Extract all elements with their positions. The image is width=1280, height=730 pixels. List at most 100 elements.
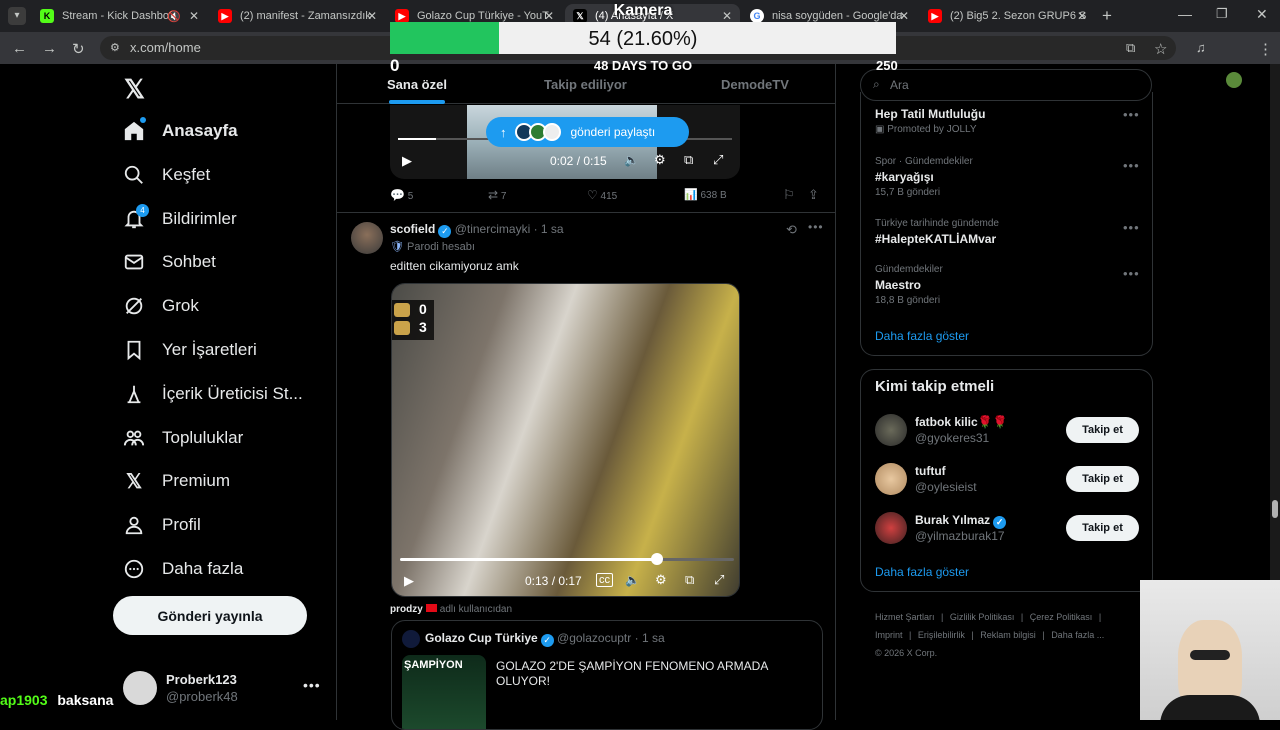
close-window-button[interactable]: ✕ <box>1256 6 1268 23</box>
fullscreen-icon[interactable]: ⤢ <box>714 572 724 588</box>
close-icon[interactable]: ✕ <box>189 9 199 23</box>
more-icon[interactable]: ••• <box>1123 220 1140 235</box>
chat-username: ap1903 <box>0 692 48 708</box>
sidebar-item-notifications[interactable]: Bildirimler 4 <box>122 199 237 239</box>
scrollbar-thumb[interactable] <box>1272 500 1278 518</box>
post-time[interactable]: · 1 sa <box>534 222 564 236</box>
settings-icon[interactable]: ⚙ <box>655 572 667 588</box>
close-icon[interactable]: ✕ <box>367 9 377 23</box>
play-icon[interactable]: ▶ <box>404 573 414 589</box>
sidebar-item-premium[interactable]: 𝕏 Premium <box>122 461 230 501</box>
sidebar-item-profile[interactable]: Profil <box>122 505 201 545</box>
fullscreen-icon[interactable]: ⤢ <box>713 152 723 168</box>
avatar[interactable] <box>351 222 383 254</box>
minimize-button[interactable]: — <box>1178 6 1192 22</box>
avatar[interactable] <box>875 512 907 544</box>
tab-kick-dashboard[interactable]: K Stream - Kick Dashboa 🔇 ✕ <box>32 4 207 28</box>
browser-menu-icon[interactable]: ⋮ <box>1258 40 1273 58</box>
footer-link[interactable]: Erişilebilirlik <box>918 630 965 640</box>
footer-link[interactable]: Gizlilik Politikası <box>950 612 1015 622</box>
who-to-follow-show-more-link[interactable]: Daha fazla göster <box>875 565 969 579</box>
follow-button[interactable]: Takip et <box>1066 466 1139 492</box>
tab-search-button[interactable]: ▾ <box>8 7 26 25</box>
suggested-user-name[interactable]: fatbok kilic🌹🌹 <box>915 415 1008 429</box>
reply-button[interactable]: 💬 5 <box>390 188 413 202</box>
account-switcher[interactable]: Proberk123 @proberk48 ••• <box>120 668 330 708</box>
tab-for-you[interactable]: Sana özel <box>387 77 447 92</box>
post-button[interactable]: Gönderi yayınla <box>113 596 307 635</box>
more-icon[interactable]: ••• <box>1123 266 1140 281</box>
trend-item[interactable]: Spor · Gündemdekiler #karyağışı 15,7 B g… <box>875 156 1125 198</box>
site-info-icon[interactable]: ⚙ <box>110 36 120 60</box>
share-icon[interactable]: ⇪ <box>808 187 819 203</box>
trend-item[interactable]: Gündemdekiler Maestro 18,8 B gönderi <box>875 264 1125 306</box>
sidebar-item-label: Profil <box>162 515 201 534</box>
trend-item[interactable]: Türkiye tarihinde gündemde #HalepteKATLİ… <box>875 218 1125 246</box>
footer-link[interactable]: Çerez Politikası <box>1030 612 1093 622</box>
more-icon[interactable]: ••• <box>1123 107 1140 122</box>
quoted-thumbnail: ŞAMPİYON <box>402 655 486 729</box>
media-controls-icon[interactable]: ♫ <box>1196 40 1206 55</box>
suggested-user-name[interactable]: tuftuf <box>915 464 946 478</box>
footer-link[interactable]: Imprint <box>875 630 903 640</box>
repost-button[interactable]: ⇄ 7 <box>488 188 506 202</box>
sidebar-item-more[interactable]: Daha fazla <box>122 549 243 589</box>
tab-demodetv[interactable]: DemodeTV <box>721 77 789 92</box>
captions-icon[interactable]: cc <box>596 573 613 587</box>
source-user[interactable]: prodzy <box>390 604 423 615</box>
post-author-name[interactable]: scofield <box>390 222 435 236</box>
avatar[interactable] <box>875 463 907 495</box>
footer-link[interactable]: Daha fazla ... <box>1051 630 1104 640</box>
profile-avatar[interactable] <box>1226 72 1242 88</box>
tab-big5-youtube[interactable]: ▶ (2) Big5 2. Sezon GRUP6 S ✕ <box>920 4 1095 28</box>
trend-item[interactable]: Hep Tatil Mutluluğu ▣ Promoted by JOLLY <box>875 107 1145 135</box>
trend-meta-text: Promoted by JOLLY <box>887 124 977 135</box>
promoted-icon: ▣ <box>875 124 885 135</box>
sidebar-item-messages[interactable]: Sohbet <box>122 242 216 282</box>
follow-button[interactable]: Takip et <box>1066 417 1139 443</box>
trends-show-more-link[interactable]: Daha fazla göster <box>875 329 969 343</box>
sidebar-item-communities[interactable]: Topluluklar <box>122 418 243 458</box>
footer-link[interactable]: Hizmet Şartları <box>875 612 935 622</box>
grok-icon[interactable]: ⟲ <box>786 222 797 238</box>
like-button[interactable]: ♡ 415 <box>587 188 617 202</box>
more-icon[interactable]: ••• <box>808 220 824 234</box>
x-logo-icon[interactable]: 𝕏 <box>124 74 145 105</box>
post-author-handle[interactable]: @tinercimayki <box>455 222 531 236</box>
sidebar-item-home[interactable]: Anasayfa <box>122 111 238 151</box>
forward-icon[interactable]: → <box>42 40 57 57</box>
muted-audio-icon[interactable]: 🔇 <box>167 10 181 23</box>
play-icon[interactable]: ▶ <box>402 153 412 169</box>
back-icon[interactable]: ← <box>12 40 27 57</box>
picture-in-picture-icon[interactable]: ⧉ <box>684 152 693 168</box>
more-icon[interactable]: ••• <box>1123 158 1140 173</box>
volume-icon[interactable]: 🔈 <box>625 573 640 587</box>
close-icon[interactable]: ✕ <box>899 9 909 23</box>
new-tab-button[interactable]: + <box>1102 6 1112 26</box>
tab-following[interactable]: Takip ediliyor <box>544 77 627 92</box>
settings-icon[interactable]: ⚙ <box>654 152 666 168</box>
close-icon[interactable]: ✕ <box>1077 9 1087 23</box>
sidebar-item-explore[interactable]: Keşfet <box>122 155 210 195</box>
footer-link[interactable]: Reklam bilgisi <box>980 630 1036 640</box>
install-app-icon[interactable]: ⧉ <box>1126 40 1135 56</box>
suggested-user-name[interactable]: Burak Yılmaz <box>915 513 990 527</box>
follow-button[interactable]: Takip et <box>1066 515 1139 541</box>
tab-youtube-manifest[interactable]: ▶ (2) manifest - Zamansızdık ✕ <box>210 4 385 28</box>
sidebar-item-label: Bildirimler <box>162 209 237 228</box>
post-2-video[interactable]: 0 3 ▶ 0:13 / 0:17 cc 🔈 ⚙ ⧉ ⤢ <box>391 283 740 597</box>
volume-icon[interactable]: 🔈 <box>624 153 639 167</box>
picture-in-picture-icon[interactable]: ⧉ <box>685 572 694 588</box>
reload-icon[interactable]: ↻ <box>72 40 85 58</box>
sidebar-item-creator-studio[interactable]: İçerik Üreticisi St... <box>122 374 303 414</box>
quoted-post[interactable]: Golazo Cup Türkiye ✓ @golazocuptr · 1 sa … <box>391 620 823 730</box>
bookmark-icon[interactable]: ⚐ <box>783 187 795 203</box>
sidebar-item-bookmarks[interactable]: Yer İşaretleri <box>122 330 257 370</box>
sidebar-item-grok[interactable]: Grok <box>122 286 199 326</box>
avatar[interactable] <box>875 414 907 446</box>
views-button[interactable]: 📊 638 B <box>684 188 727 201</box>
more-icon[interactable]: ••• <box>303 677 321 693</box>
restore-button[interactable]: ❐ <box>1216 6 1228 22</box>
bookmark-star-icon[interactable]: ☆ <box>1154 40 1167 58</box>
share-pill[interactable]: ↑ gönderi paylaştı <box>486 117 689 147</box>
